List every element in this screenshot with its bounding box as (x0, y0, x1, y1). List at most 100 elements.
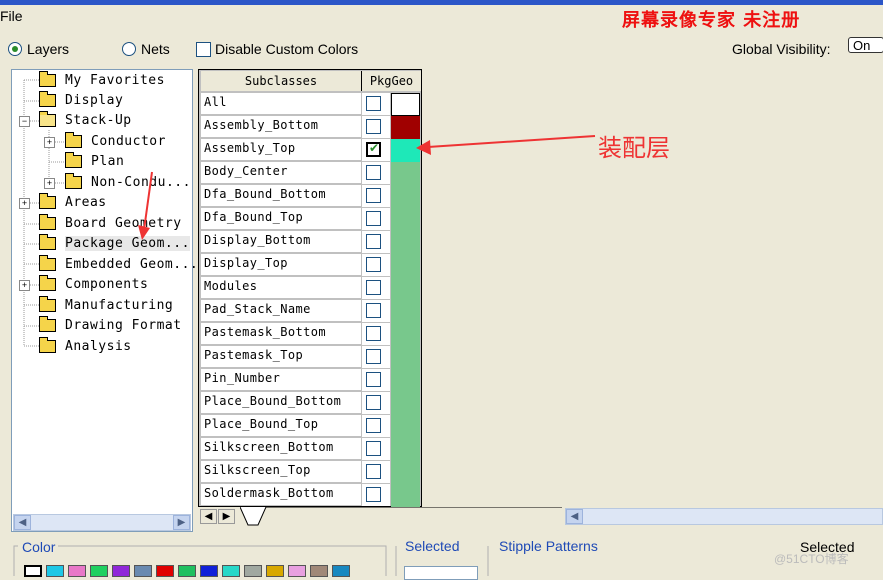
expand-conductor-toggle[interactable]: + (44, 137, 55, 148)
visibility-checkbox[interactable] (366, 188, 381, 203)
expand-components-toggle[interactable]: + (19, 280, 30, 291)
visibility-checkbox[interactable] (366, 280, 381, 295)
grid-row: Place_Bound_Bottom (199, 392, 421, 415)
expand-areas-toggle[interactable]: + (19, 198, 30, 209)
visibility-checkbox[interactable] (366, 141, 381, 157)
menu-file[interactable]: File (0, 8, 23, 24)
folder-icon (65, 152, 82, 168)
grid-row: Display_Top (199, 254, 421, 277)
palette-color-swatch[interactable] (24, 565, 42, 577)
palette-color-swatch[interactable] (112, 565, 130, 577)
visibility-checkbox[interactable] (366, 211, 381, 226)
visibility-checkbox[interactable] (366, 119, 381, 134)
palette-color-swatch[interactable] (266, 565, 284, 577)
color-swatch-cell[interactable] (391, 438, 420, 461)
subclass-name: Dfa_Bound_Bottom (201, 185, 361, 207)
visibility-checkbox[interactable] (366, 257, 381, 272)
color-swatch-cell[interactable] (391, 185, 420, 208)
palette-color-swatch[interactable] (68, 565, 86, 577)
visibility-checkbox[interactable] (366, 418, 381, 433)
subclass-name: Pin_Number (201, 369, 361, 391)
palette-color-swatch[interactable] (200, 565, 218, 577)
tab-prev-icon[interactable]: ◀ (200, 509, 217, 524)
color-swatch-cell[interactable] (391, 323, 420, 346)
nets-radio[interactable] (122, 42, 136, 56)
grid-header: Subclasses PkgGeo (199, 70, 421, 92)
scroll-right-icon[interactable]: ▶ (173, 515, 190, 530)
folder-icon (39, 296, 56, 312)
expand-nonconductor-toggle[interactable]: + (44, 178, 55, 189)
visibility-cell (362, 116, 390, 138)
tree-horizontal-scrollbar[interactable]: ◀ ▶ (13, 514, 191, 531)
palette-color-swatch[interactable] (178, 565, 196, 577)
folder-icon (39, 91, 56, 107)
color-swatch-cell[interactable] (391, 162, 420, 185)
color-swatch-cell[interactable] (391, 369, 420, 392)
visibility-checkbox[interactable] (366, 487, 381, 502)
scroll-left-icon[interactable]: ◀ (566, 509, 583, 524)
layers-radio[interactable] (8, 42, 22, 56)
visibility-checkbox[interactable] (366, 372, 381, 387)
visibility-checkbox[interactable] (366, 441, 381, 456)
visibility-checkbox[interactable] (366, 303, 381, 318)
folder-icon (39, 234, 56, 250)
visibility-cell (362, 484, 390, 506)
subclass-name: Pastemask_Bottom (201, 323, 361, 345)
color-swatch-cell[interactable] (391, 346, 420, 369)
visibility-cell (362, 392, 390, 414)
color-swatch-cell[interactable] (391, 461, 420, 484)
color-swatch-cell[interactable] (391, 415, 420, 438)
subclass-name: Silkscreen_Bottom (201, 438, 361, 460)
palette-color-swatch[interactable] (222, 565, 240, 577)
visibility-cell (362, 346, 390, 368)
palette-color-swatch[interactable] (310, 565, 328, 577)
tab-next-icon[interactable]: ▶ (218, 509, 235, 524)
grid-row: Silkscreen_Bottom (199, 438, 421, 461)
folder-icon (65, 173, 82, 189)
color-group-label: Color (22, 539, 56, 555)
visibility-cell (362, 185, 390, 207)
subclass-name: Place_Bound_Bottom (201, 392, 361, 414)
subclass-name: Place_Bound_Top (201, 415, 361, 437)
color-swatch-cell[interactable] (391, 254, 420, 277)
color-swatch-cell[interactable] (391, 231, 420, 254)
scroll-left-icon[interactable]: ◀ (14, 515, 31, 530)
visibility-checkbox[interactable] (366, 464, 381, 479)
disable-custom-colors-checkbox[interactable] (196, 42, 211, 57)
color-swatch-cell[interactable] (391, 300, 420, 323)
collapse-stackup-toggle[interactable]: − (19, 116, 30, 127)
color-swatch-cell[interactable] (391, 392, 420, 415)
visibility-checkbox[interactable] (366, 165, 381, 180)
palette-color-swatch[interactable] (46, 565, 64, 577)
subclass-name: Assembly_Bottom (201, 116, 361, 138)
visibility-checkbox[interactable] (366, 234, 381, 249)
palette-color-swatch[interactable] (244, 565, 262, 577)
color-swatch-cell[interactable] (391, 208, 420, 231)
palette-color-swatch[interactable] (332, 565, 350, 577)
folder-icon (39, 214, 56, 230)
visibility-checkbox[interactable] (366, 96, 381, 111)
callout-arrow-icon (416, 135, 596, 155)
visibility-cell (362, 139, 390, 161)
palette-color-swatch[interactable] (134, 565, 152, 577)
palette-color-swatch[interactable] (156, 565, 174, 577)
color-swatch-cell[interactable] (391, 93, 420, 116)
bottom-color-panel: Color Selected Stipple Patterns Selected (0, 534, 883, 580)
visibility-checkbox[interactable] (366, 395, 381, 410)
visibility-checkbox[interactable] (366, 326, 381, 341)
grid-row: Modules (199, 277, 421, 300)
subclass-name: Display_Bottom (201, 231, 361, 253)
subclass-name: Pastemask_Top (201, 346, 361, 368)
palette-color-swatch[interactable] (90, 565, 108, 577)
canvas-horizontal-scrollbar[interactable]: ◀ (565, 508, 883, 525)
red-pointer-arrow-icon (138, 171, 153, 240)
layers-label: Layers (27, 41, 70, 57)
subclasses-column-header[interactable]: Subclasses (201, 71, 362, 91)
palette-color-swatch[interactable] (288, 565, 306, 577)
pkggeo-column-header[interactable]: PkgGeo (362, 71, 421, 91)
color-swatch-cell[interactable] (391, 277, 420, 300)
visibility-checkbox[interactable] (366, 349, 381, 364)
color-swatch-cell[interactable] (391, 484, 420, 507)
grid-row: Display_Bottom (199, 231, 421, 254)
global-visibility-on-button[interactable]: On (848, 37, 883, 53)
